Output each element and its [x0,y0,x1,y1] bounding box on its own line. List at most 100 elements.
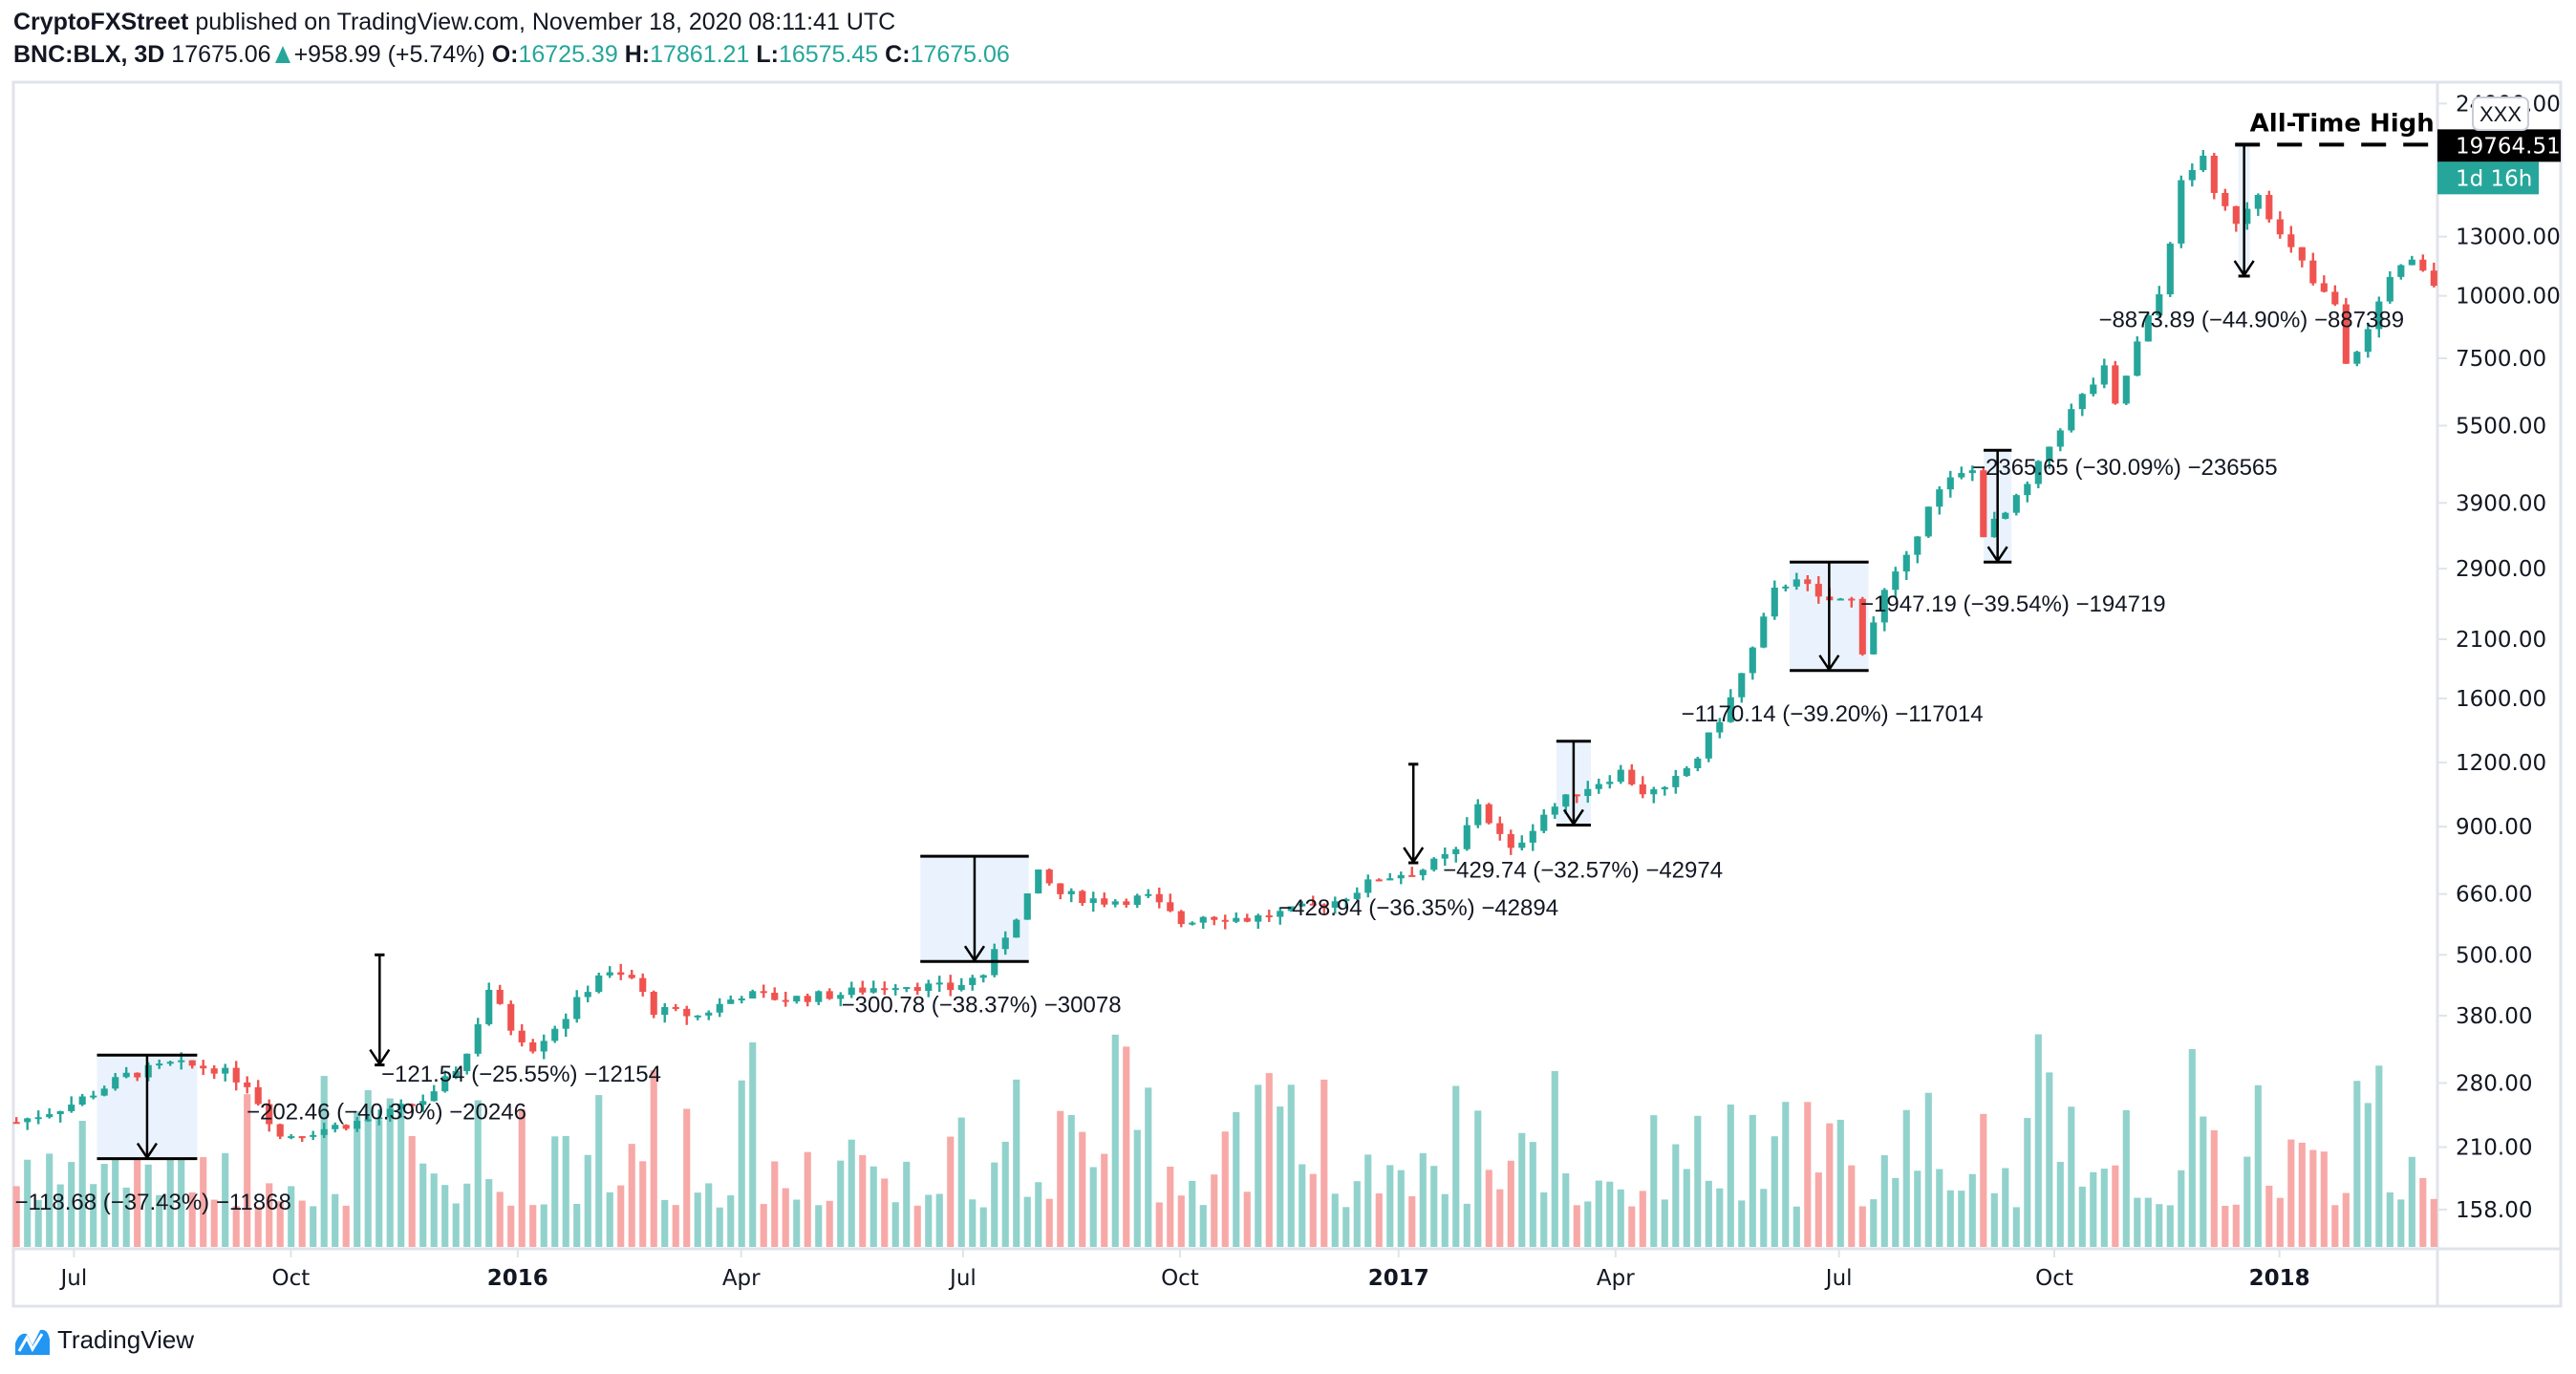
volume-bar [881,1178,889,1247]
volume-bar [815,1205,823,1247]
time-tick-label: Oct [1161,1266,1199,1291]
measure-label: −2365.65 (−30.09%) −236565 [1972,455,2278,481]
volume-bar [1255,1084,1262,1247]
candle-body [1738,673,1746,698]
candle-body [68,1105,75,1111]
volume-bar [595,1095,603,1247]
candle-body [1001,937,1009,950]
candle-body [2024,483,2031,496]
all-time-high-marker: All-Time High [2235,110,2435,147]
volume-bar [1650,1115,1658,1247]
volume-bar [1067,1114,1075,1247]
volume-bar [1914,1170,1921,1247]
price-tick-label: 1200.00 [2456,751,2546,776]
volume-bar [78,1121,86,1247]
candle-body [24,1118,32,1123]
volume-bar [2243,1156,2251,1247]
volume-bar [1628,1206,1636,1247]
volume-bar [452,1203,460,1247]
candle-body [1408,874,1416,877]
measure-label: −300.78 (−38.37%) −30078 [842,993,1122,1019]
volume-bar [441,1185,449,1247]
candle-body [1199,916,1207,923]
candle-body [332,1125,339,1129]
volume-bar [617,1185,625,1247]
candle-body [573,997,581,1020]
volume-bar [1694,1115,1702,1247]
price-tick-label: 2100.00 [2456,628,2546,653]
volume-bar [2222,1205,2229,1247]
candle-body [1167,902,1174,912]
candle-body [969,977,977,985]
volume-bar [2134,1197,2141,1247]
current-price-badge-text: 19764.51 [2456,134,2561,159]
volume-bar [1419,1152,1427,1247]
volume-bar [1299,1164,1306,1247]
tradingview-logo[interactable]: TradingView [13,1322,194,1357]
candle-body [1123,901,1130,905]
candle-body [1617,769,1624,783]
volume-bar [1848,1165,1856,1247]
volume-bar [1936,1169,1943,1247]
volume-bar [2002,1168,2009,1247]
candle-body [2056,430,2064,447]
volume-bar [1221,1131,1229,1247]
volume-bar [342,1205,350,1247]
candle-body [1035,869,1042,894]
candle-body [1936,489,1943,507]
volume-bar [2331,1205,2339,1247]
candle-body [1848,598,1856,601]
candle-body [1089,898,1097,904]
volume-bar [1870,1199,1878,1247]
volume-bar [1089,1167,1097,1247]
candle-body [738,998,745,1000]
candle-body [672,1006,679,1009]
candle-body [485,989,493,1024]
volume-bar [1804,1102,1812,1247]
volume-bar [1573,1205,1580,1247]
candle-body [1661,786,1668,790]
volume-bar [584,1154,591,1247]
candle-body [2100,365,2108,385]
candle-body [1133,895,1141,905]
candle-body [2012,495,2020,513]
volume-bar [804,1151,811,1247]
volume-bar [661,1199,669,1247]
candle-body [90,1095,97,1098]
price-tick-label: 2900.00 [2456,557,2546,582]
candle-body [1507,833,1514,848]
candle-body [2210,155,2218,193]
candle-body [1430,858,1438,870]
candle-body [2090,384,2097,395]
candle-body [1101,898,1108,905]
volume-bar [1023,1196,1031,1247]
volume-bar [1485,1170,1492,1247]
volume-bar [935,1193,943,1247]
volume-bar [925,1194,933,1247]
volume-bar [2034,1034,2042,1247]
candle-body [925,983,933,992]
candle-body [1189,922,1196,925]
candle-body [1079,891,1086,904]
candle-body [595,975,603,993]
measure-boxes [97,144,2250,1159]
volume-bar [1771,1136,1778,1247]
candle-body [771,992,779,1000]
volume-bar [782,1188,789,1247]
volume-bar [1661,1199,1668,1247]
volume-bar [1892,1177,1900,1247]
candle-body [1639,784,1646,795]
volume-bar [683,1108,691,1247]
volume-bar [1243,1192,1251,1247]
volume-bar [419,1163,427,1247]
volume-bar [2210,1129,2218,1247]
candle-body [1485,804,1492,824]
candle-body [276,1124,284,1137]
volume-bar [848,1139,855,1247]
volume-bar [1211,1174,1218,1247]
price-chart[interactable]: −118.68 (−37.43%) −11868 −202.46 (−40.39%… [0,0,2576,1374]
candle-body [1452,848,1460,854]
volume-bar [2012,1207,2020,1247]
volume-bar [2188,1048,2196,1247]
volume-bar [2309,1149,2317,1247]
